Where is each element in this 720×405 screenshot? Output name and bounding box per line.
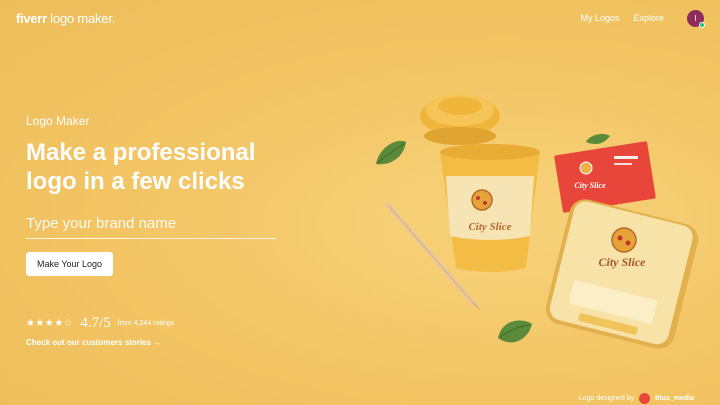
cup-lid-icon (420, 94, 500, 145)
logo-credit: Logo designed by titus_media (579, 393, 694, 404)
page-title: Make a professional logo in a few clicks (26, 139, 256, 195)
basil-leaf-icon (376, 140, 406, 165)
basil-leaf-icon (586, 134, 610, 144)
brand-name-input[interactable] (26, 208, 276, 239)
coffee-cup-icon (440, 144, 540, 272)
phone-mockup-icon (545, 199, 699, 349)
main-nav: My Logos Explore (580, 13, 664, 23)
nav-my-logos[interactable]: My Logos (580, 13, 619, 23)
fiverr-logo-maker-logo[interactable]: fiverr logo maker. (16, 11, 115, 26)
rating-score: 4.7/5 (80, 315, 111, 331)
designer-logo-icon (639, 393, 651, 404)
brand-fiverr-text: fiverr (16, 11, 47, 26)
customer-stories-link[interactable]: Check out our customers stories → (26, 338, 161, 347)
brand-logo-maker-text: logo maker. (46, 11, 116, 26)
star-rating-icon: ★★★★☆ (26, 318, 74, 329)
avatar-initial: I (694, 14, 697, 23)
credit-label: Logo designed by (578, 395, 635, 402)
rating-count: from 4,244 ratings (117, 320, 175, 327)
top-bar: fiverr logo maker. My Logos Explore I (0, 0, 720, 38)
eyebrow-label: Logo Maker (26, 114, 90, 128)
phone-brand-text: City Slice (599, 255, 647, 269)
card-brand-text: City Slice (574, 181, 606, 190)
cup-brand-text: City Slice (468, 221, 511, 233)
avatar[interactable]: I (687, 10, 705, 28)
logo-mockup-illustration: City Slice City Slice City Slice (376, 94, 699, 349)
rating-summary: ★★★★☆ 4.7/5 from 4,244 ratings (26, 315, 174, 332)
online-status-dot (699, 22, 705, 28)
business-card-icon (554, 141, 656, 213)
basil-leaf-icon (498, 320, 532, 343)
nav-explore[interactable]: Explore (633, 13, 664, 23)
credit-designer-name[interactable]: titus_media (655, 395, 694, 402)
make-your-logo-button[interactable]: Make Your Logo (26, 252, 113, 276)
